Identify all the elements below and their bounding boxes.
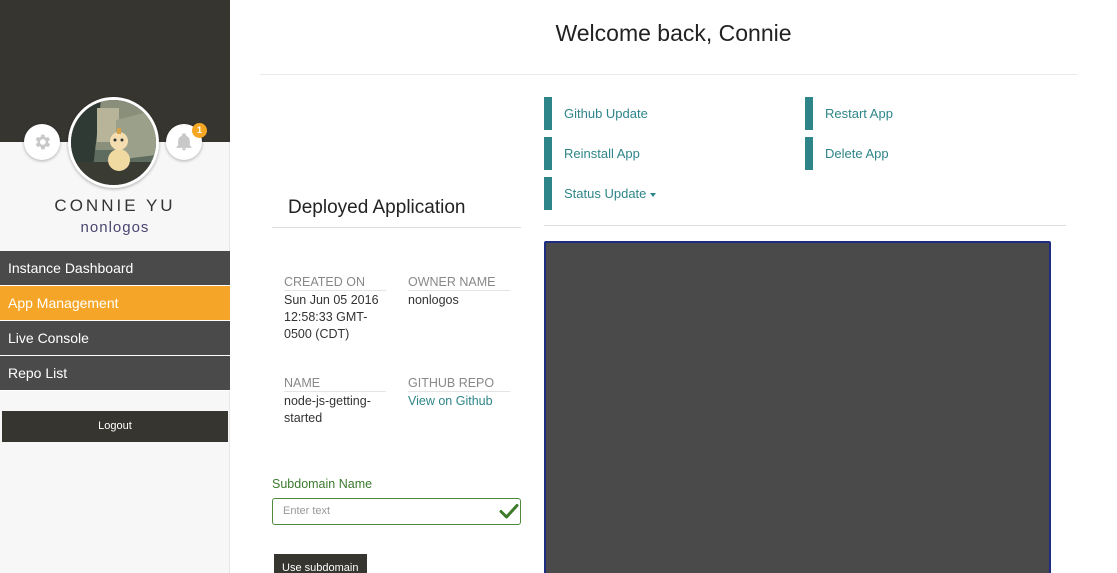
logout-button[interactable]: Logout — [2, 411, 228, 442]
view-on-github-link[interactable]: View on Github — [408, 393, 508, 410]
console-panel[interactable] — [544, 241, 1051, 573]
reinstall-app-button[interactable]: Reinstall App — [544, 137, 640, 170]
created-on-value: Sun Jun 05 2016 12:58:33 GMT-0500 (CDT) — [284, 293, 379, 341]
bell-icon — [176, 133, 192, 151]
sidebar-item-instance-dashboard[interactable]: Instance Dashboard — [0, 251, 230, 286]
github-update-button[interactable]: Github Update — [544, 97, 648, 130]
restart-app-button[interactable]: Restart App — [805, 97, 893, 130]
checkmark-icon — [499, 504, 519, 519]
page-title: Welcome back, Connie — [555, 20, 792, 46]
owner-name-label: OWNER NAME — [408, 275, 510, 291]
user-name: CONNIE YU — [54, 196, 176, 215]
subdomain-input[interactable]: Enter text — [272, 498, 521, 525]
avatar[interactable] — [68, 97, 159, 188]
sidebar: 1 CONNIE YU nonlogos Instance Dashboard … — [0, 0, 230, 573]
actions-divider — [544, 225, 1066, 226]
status-update-label: Status Update — [564, 186, 647, 201]
created-on-label: CREATED ON — [284, 275, 386, 291]
sidebar-item-live-console[interactable]: Live Console — [0, 321, 230, 356]
caret-down-icon — [650, 192, 657, 197]
settings-button[interactable] — [24, 124, 60, 160]
deployed-application-divider — [272, 227, 521, 228]
sidebar-item-app-management[interactable]: App Management — [0, 286, 230, 321]
sidebar-nav: Instance Dashboard App Management Live C… — [0, 251, 230, 391]
avatar-image — [71, 100, 156, 185]
app-name-value: node-js-getting-started — [284, 394, 371, 425]
status-update-dropdown[interactable]: Status Update — [544, 177, 657, 210]
sidebar-item-repo-list[interactable]: Repo List — [0, 356, 230, 391]
subdomain-label: Subdomain Name — [272, 477, 373, 491]
notification-count-badge: 1 — [192, 123, 207, 138]
owner-name-value: nonlogos — [408, 293, 459, 307]
use-subdomain-button[interactable]: Use subdomain — [274, 554, 367, 573]
app-name-label: NAME — [284, 376, 386, 392]
delete-app-button[interactable]: Delete App — [805, 137, 889, 170]
user-handle: nonlogos — [80, 219, 150, 236]
header-divider — [260, 74, 1077, 75]
deployed-application-title: Deployed Application — [288, 197, 466, 218]
gear-icon — [35, 134, 51, 150]
github-repo-label: GITHUB REPO — [408, 376, 510, 392]
